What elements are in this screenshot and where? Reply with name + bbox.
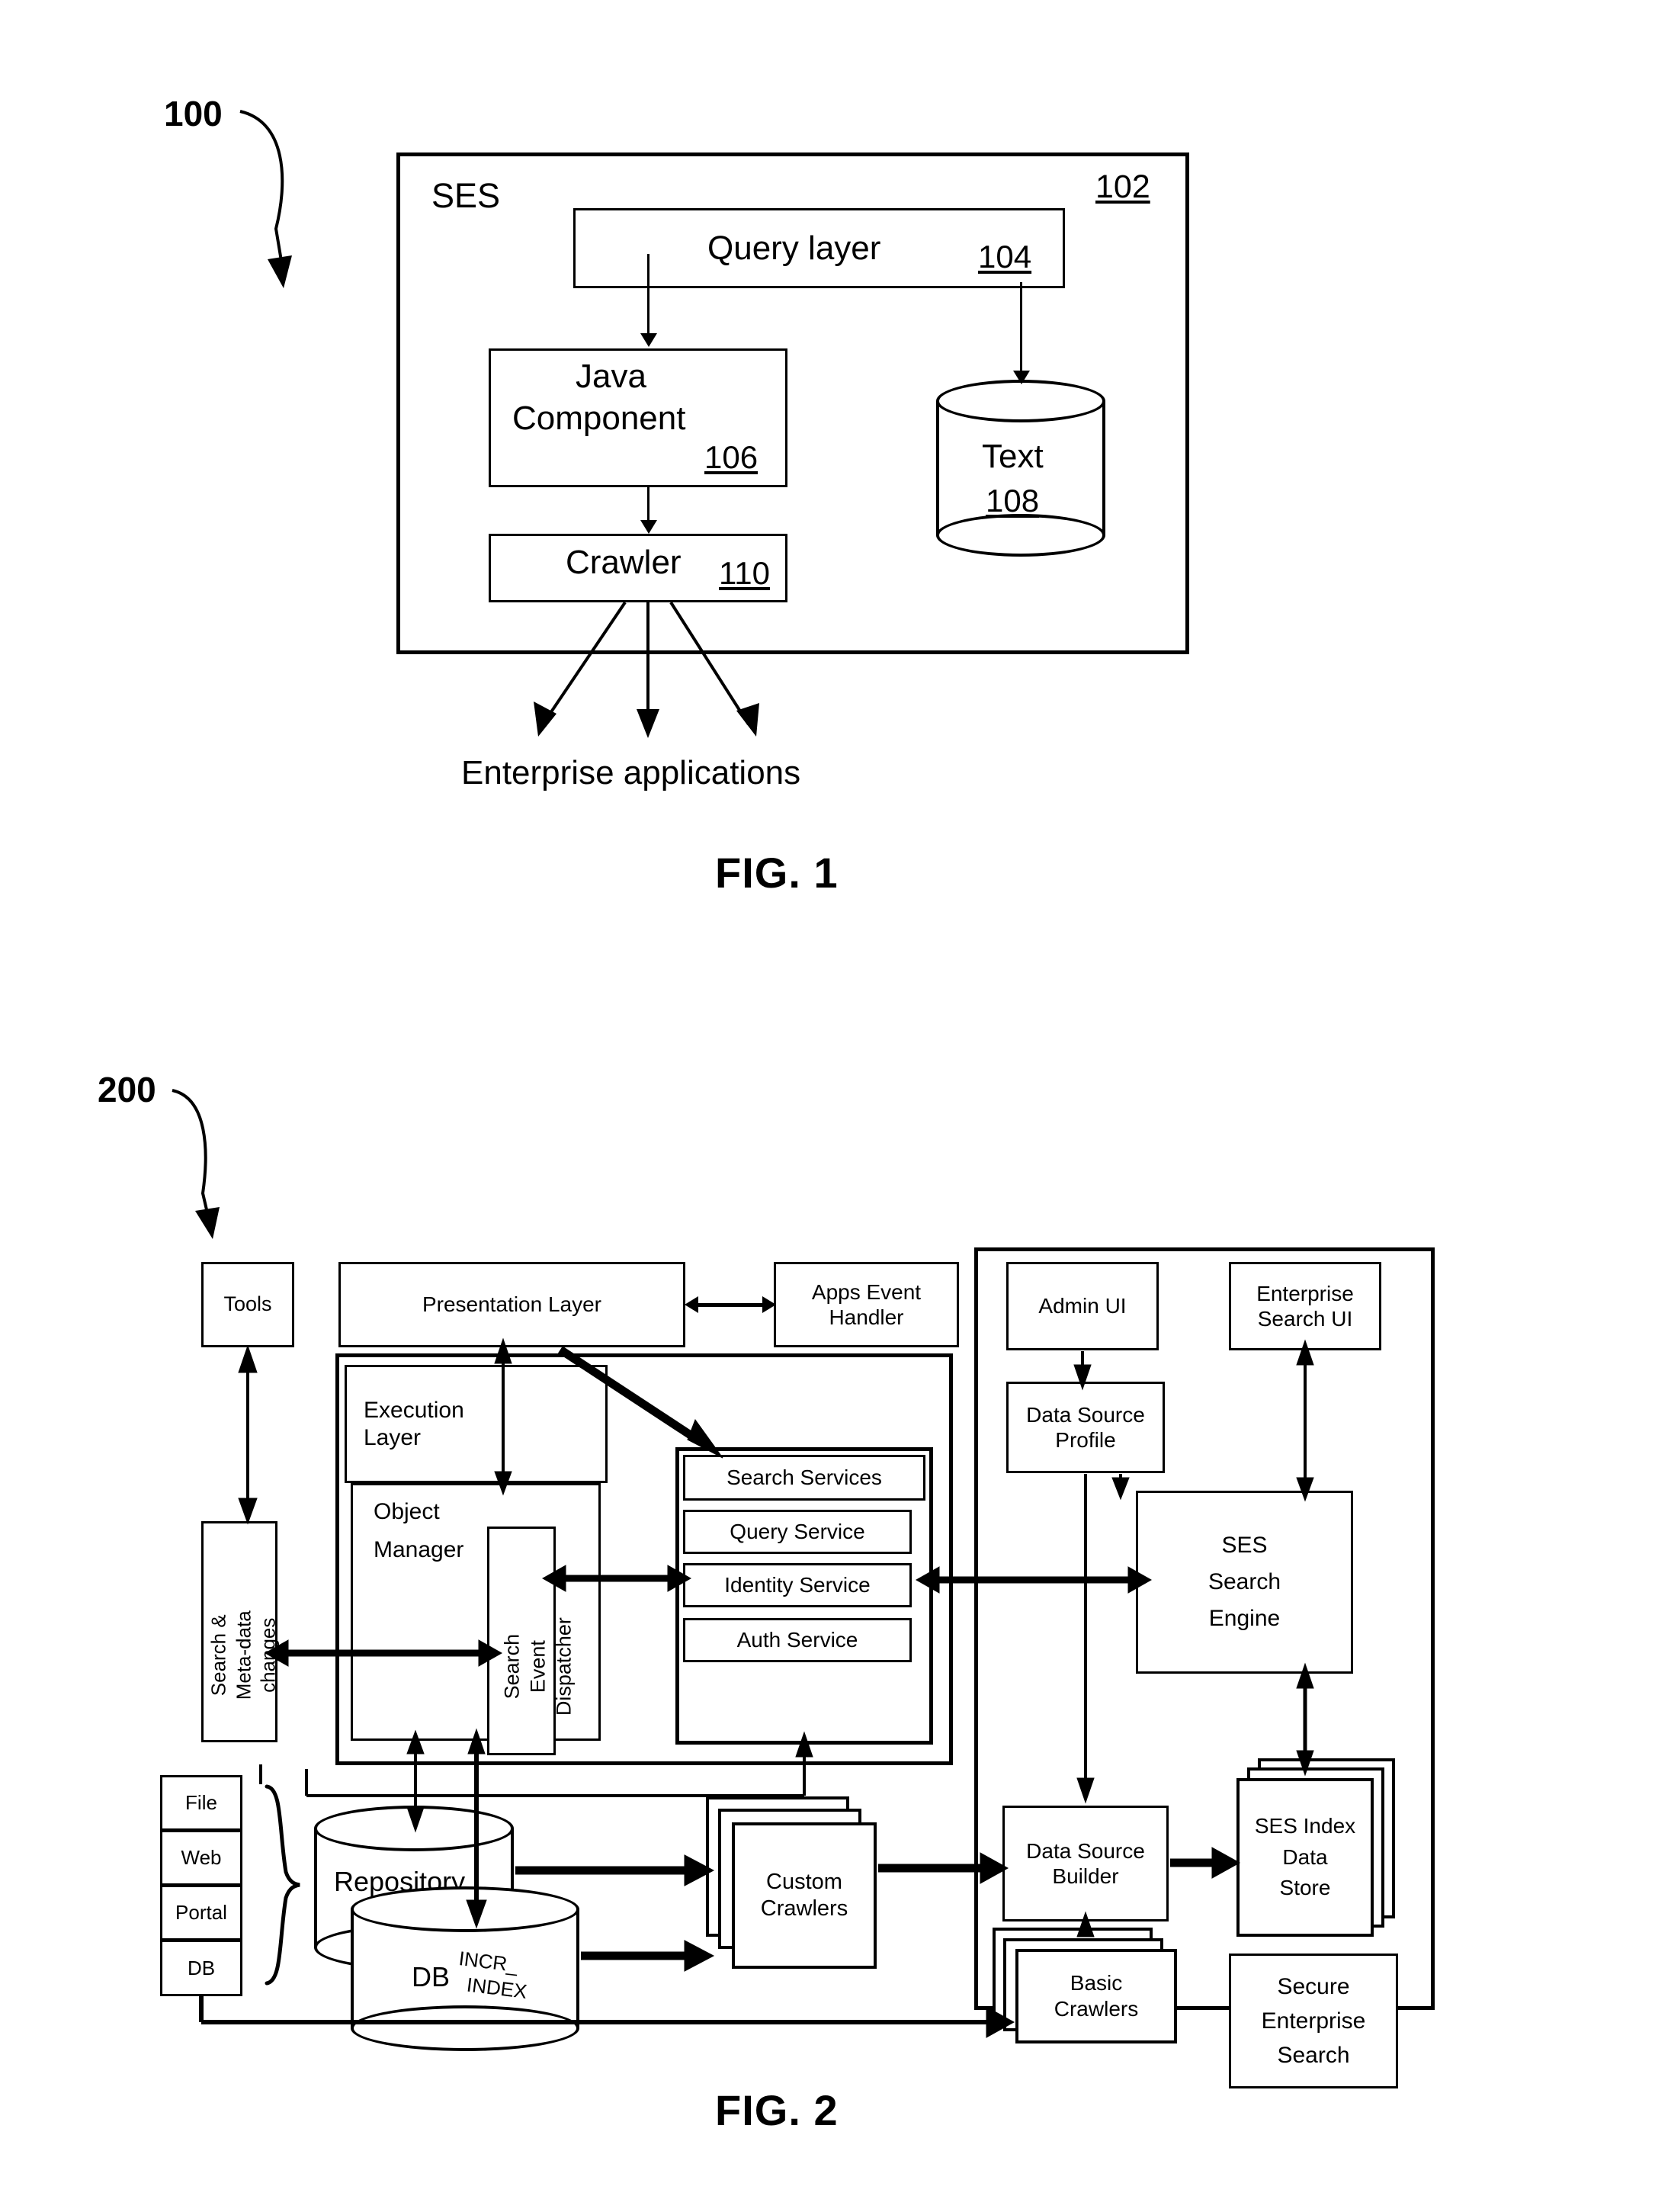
arrow-presentation-apps-line	[694, 1303, 767, 1307]
data-source-builder-box: Data Source Builder	[1002, 1806, 1169, 1921]
arrow-query-to-java-line	[647, 254, 649, 335]
query-service-box: Query Service	[683, 1510, 912, 1554]
arrow-query-to-java-head	[640, 333, 657, 347]
ses-ref-102: 102	[1095, 169, 1150, 205]
custom-crawlers-label: Custom Crawlers	[760, 1870, 848, 1921]
query-layer-ref-104: 104	[978, 239, 1032, 274]
ses-label: SES	[431, 176, 501, 215]
auth-service-label: Auth Service	[736, 1628, 858, 1652]
enterprise-search-ui-label: Enterprise Search UI	[1256, 1281, 1354, 1331]
java-component-label-2: Component	[512, 400, 686, 437]
presentation-layer-label: Presentation Layer	[422, 1292, 602, 1317]
ses-index-data-store-label: SES Index Data Store	[1254, 1814, 1356, 1900]
ses-search-engine-box: SES Search Engine	[1136, 1491, 1353, 1674]
auth-service-box: Auth Service	[683, 1618, 912, 1662]
apps-event-handler-box: Apps Event Handler	[774, 1262, 959, 1347]
basic-crawlers-label: Basic Crawlers	[1054, 1971, 1139, 2021]
query-service-label: Query Service	[730, 1520, 865, 1544]
secure-enterprise-search-box: Secure Enterprise Search	[1229, 1954, 1398, 2088]
ses-search-engine-label: SES Search Engine	[1208, 1533, 1281, 1631]
tools-label: Tools	[223, 1292, 272, 1316]
fig2-ref-numeral: 200	[98, 1070, 156, 1109]
fig1-ref-numeral: 100	[164, 94, 223, 133]
data-source-profile-box: Data Source Profile	[1006, 1382, 1165, 1473]
java-component-label: Java	[576, 358, 646, 395]
text-datastore-ref-108: 108	[986, 483, 1040, 518]
object-manager-label-2: Manager	[374, 1537, 464, 1562]
admin-ui-label: Admin UI	[1038, 1294, 1127, 1318]
incr-index-label: INCR_ INDEX	[454, 1946, 529, 2003]
data-source-profile-label: Data Source Profile	[1026, 1402, 1145, 1452]
java-component-ref-106: 106	[704, 439, 759, 475]
source-db-box: DB	[160, 1940, 242, 1996]
basic-crawlers-stack: Basic Crawlers	[993, 1928, 1183, 2050]
ses-index-data-store-stack: SES Index Data Store	[1236, 1758, 1401, 1941]
search-event-dispatcher-label: Search Event Dispatcher	[500, 1617, 575, 1716]
arrow-java-to-crawler-head	[640, 520, 657, 534]
arrow-java-to-crawler-line	[647, 487, 649, 522]
object-manager-label: Object	[374, 1499, 440, 1524]
figure-2-caption: FIG. 2	[715, 2086, 839, 2134]
arrow-query-to-text-head	[1013, 371, 1030, 384]
presentation-layer-box: Presentation Layer	[338, 1262, 685, 1347]
source-web-box: Web	[160, 1830, 242, 1886]
search-services-title: Search Services	[726, 1466, 882, 1490]
patent-drawing-sheet: 100 SES 102 Query layer 104 Java Compone…	[0, 0, 1671, 2212]
identity-service-label: Identity Service	[724, 1573, 871, 1597]
data-source-builder-label: Data Source Builder	[1026, 1838, 1145, 1888]
arrow-presentation-apps-head-left	[685, 1296, 698, 1313]
arrow-presentation-apps-head-right	[762, 1296, 776, 1313]
secure-enterprise-search-label: Secure Enterprise Search	[1261, 1974, 1366, 2068]
source-file-label: File	[185, 1791, 217, 1815]
source-file-box: File	[160, 1775, 242, 1831]
arrow-query-to-text-line	[1020, 282, 1022, 374]
tools-box: Tools	[201, 1262, 294, 1347]
custom-crawlers-stack: Custom Crawlers	[706, 1796, 877, 1969]
crawler-ref-110: 110	[719, 555, 770, 591]
text-datastore-label: Text	[982, 438, 1044, 475]
source-portal-label: Portal	[175, 1901, 227, 1925]
db-label: DB	[412, 1961, 451, 1992]
enterprise-search-ui-box: Enterprise Search UI	[1229, 1262, 1381, 1350]
identity-service-box: Identity Service	[683, 1563, 912, 1607]
execution-layer-label: Execution Layer	[364, 1398, 464, 1450]
source-web-label: Web	[181, 1846, 222, 1870]
search-services-title-box: Search Services	[683, 1455, 925, 1501]
apps-event-handler-label: Apps Event Handler	[811, 1279, 922, 1329]
source-db-label: DB	[187, 1956, 216, 1979]
query-layer-label: Query layer	[707, 230, 881, 267]
crawler-label: Crawler	[566, 544, 682, 581]
execution-layer-box: Execution Layer	[345, 1365, 608, 1483]
search-metadata-changes-label: Search & Meta-data changes	[207, 1610, 280, 1700]
figure-1-caption: FIG. 1	[715, 849, 839, 897]
enterprise-applications-label: Enterprise applications	[461, 754, 801, 791]
admin-ui-box: Admin UI	[1006, 1262, 1159, 1350]
source-portal-box: Portal	[160, 1885, 242, 1941]
